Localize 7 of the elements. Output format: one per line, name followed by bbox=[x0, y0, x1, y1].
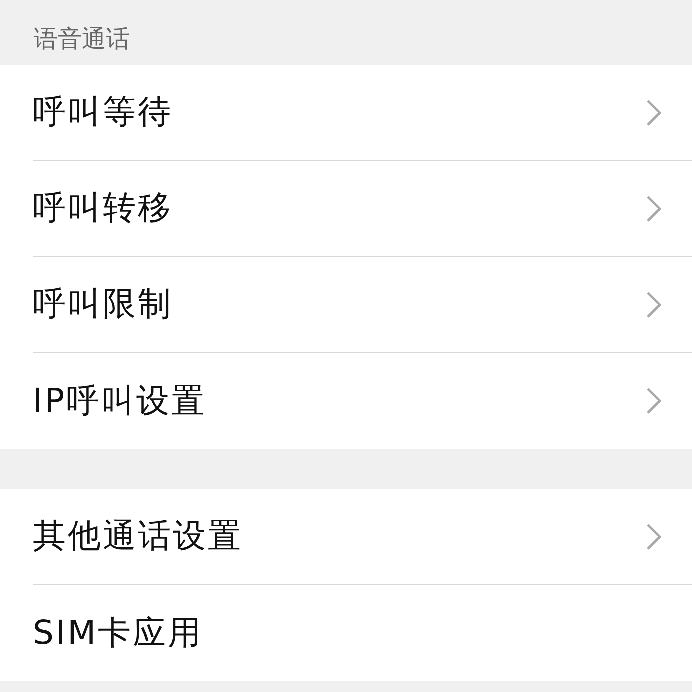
section-title: 语音通话 bbox=[34, 24, 130, 55]
settings-item[interactable]: IP呼叫设置 bbox=[33, 378, 207, 424]
settings-item[interactable]: 呼叫限制 bbox=[33, 282, 173, 327]
settings-item[interactable]: SIM卡应用 bbox=[33, 610, 204, 656]
settings-item[interactable]: 其他通话设置 bbox=[33, 514, 243, 559]
settings-item[interactable]: 呼叫等待 bbox=[33, 90, 173, 135]
settings-item[interactable]: 呼叫转移 bbox=[33, 186, 173, 231]
